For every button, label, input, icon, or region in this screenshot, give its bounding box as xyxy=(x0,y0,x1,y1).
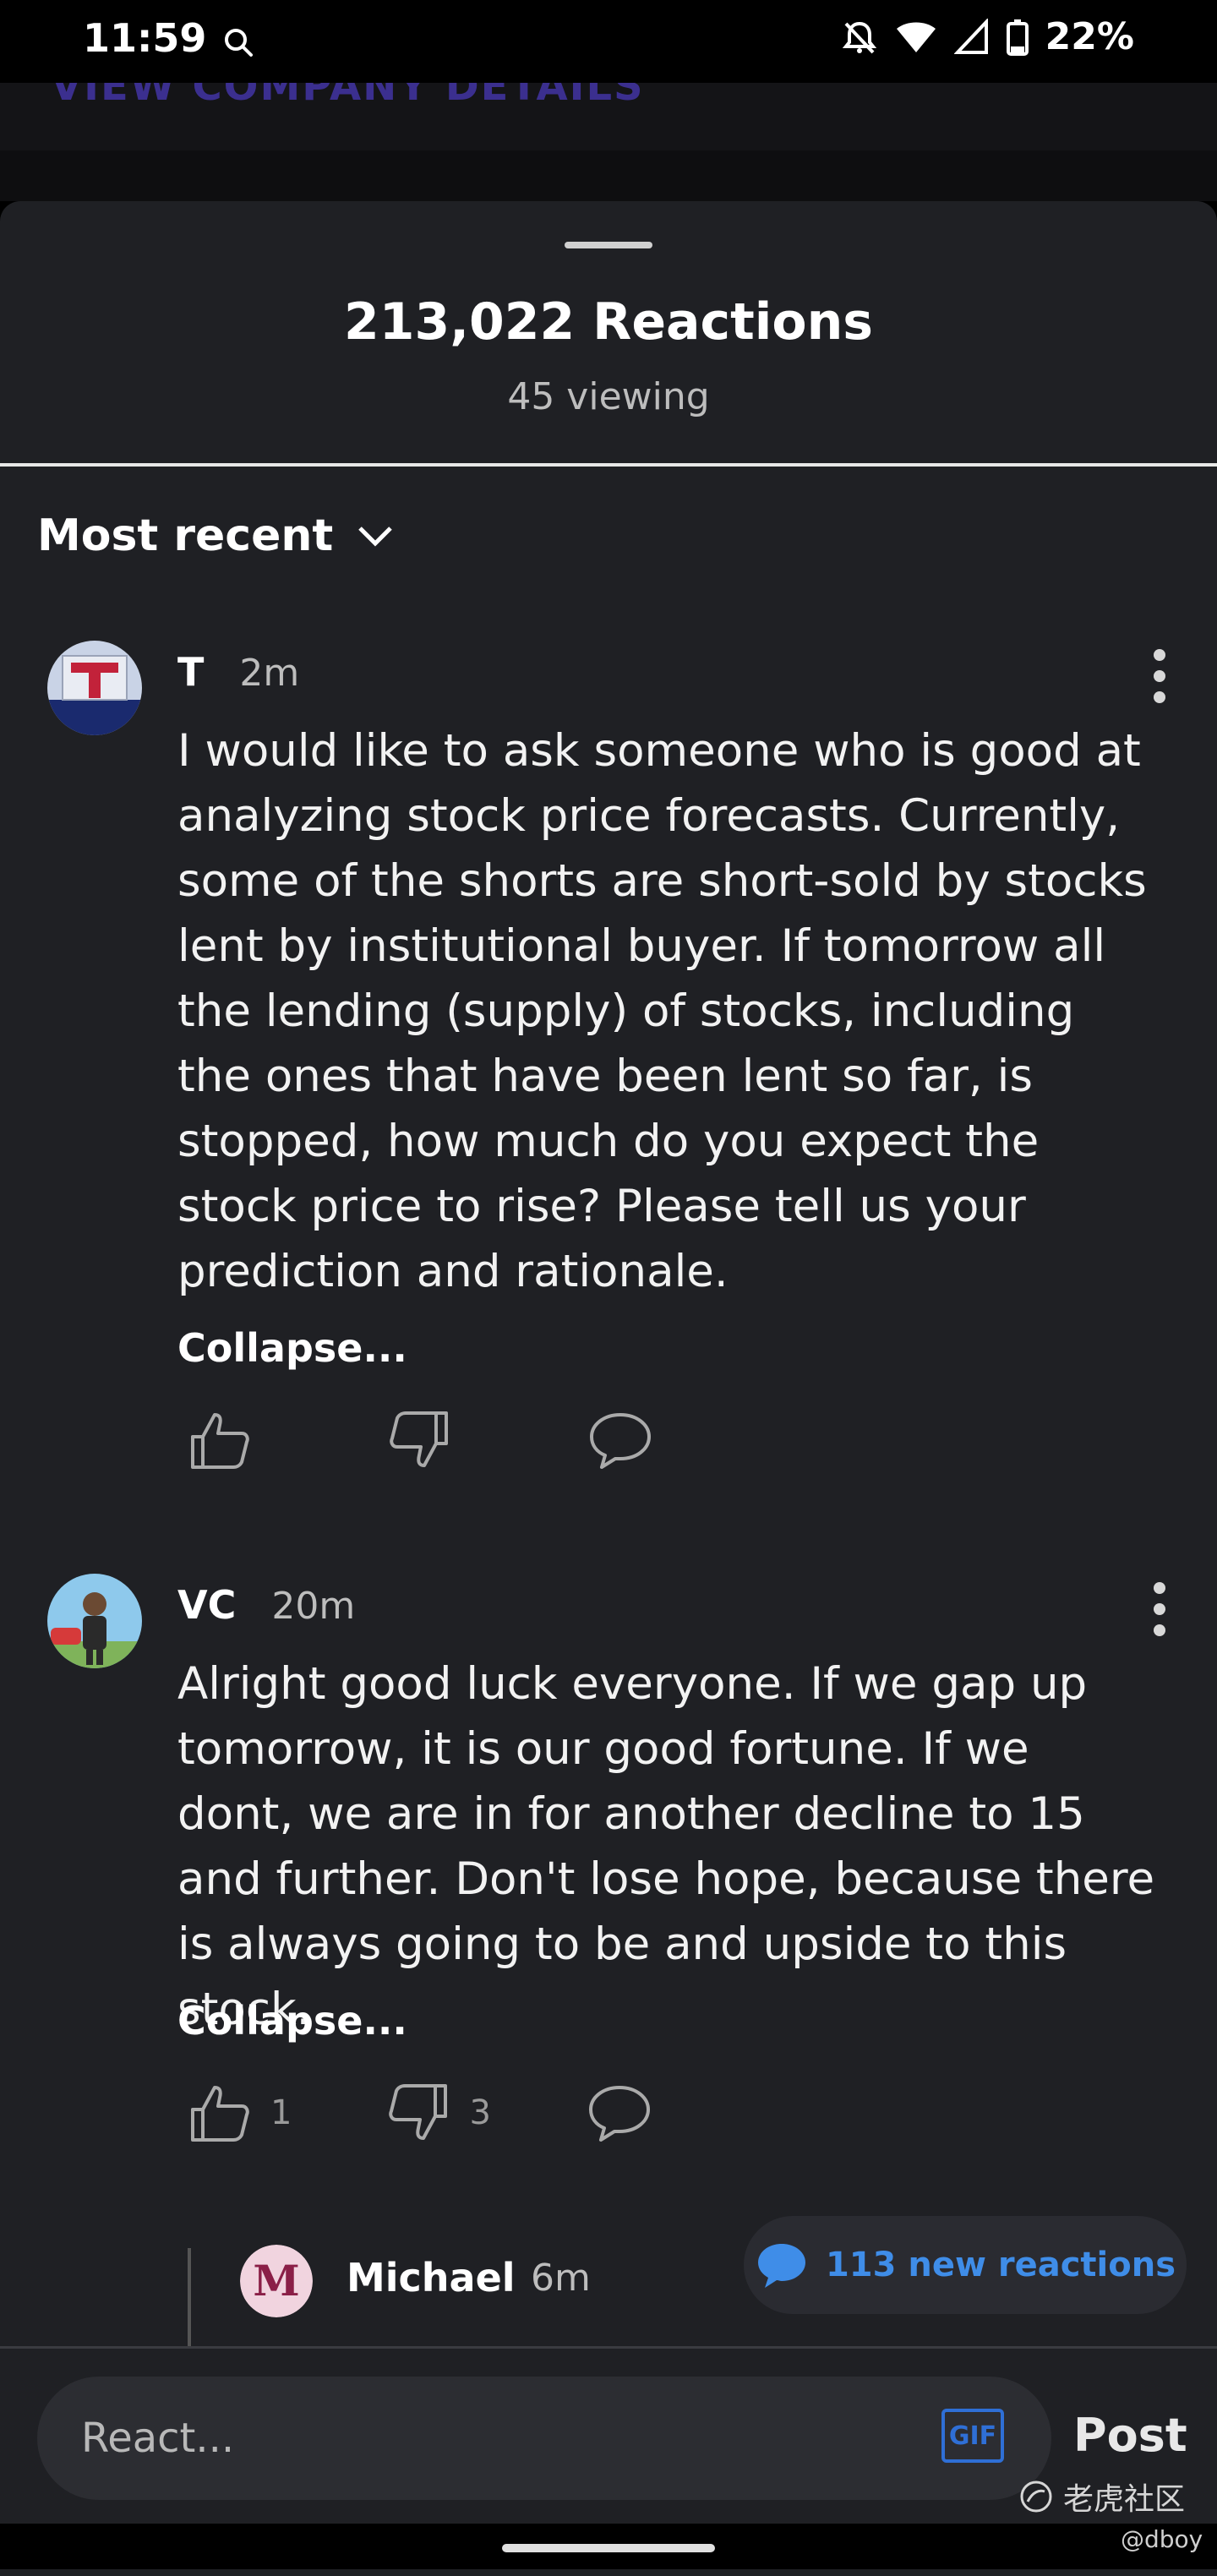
tiger-logo-icon xyxy=(1020,2480,1052,2513)
header-divider xyxy=(0,463,1217,467)
signal-icon xyxy=(953,18,988,54)
thumbs-up-icon xyxy=(191,2086,249,2142)
chat-bubble-icon xyxy=(757,2244,805,2288)
thumbs-up-icon xyxy=(191,1413,249,1469)
search-icon xyxy=(225,29,253,57)
chevron-down-icon xyxy=(358,527,393,547)
thumbs-down-icon xyxy=(389,2084,448,2140)
comment-header: VC 20m xyxy=(177,1582,355,1628)
sort-dropdown[interactable]: Most recent xyxy=(37,510,394,561)
more-options-icon[interactable] xyxy=(1149,1582,1170,1636)
avatar[interactable] xyxy=(47,1574,142,1668)
reply-button[interactable] xyxy=(587,1408,654,1472)
status-time: 11:59 xyxy=(83,15,207,61)
comment-body: I would like to ask someone who is good … xyxy=(177,725,1147,1297)
like-count: 1 xyxy=(270,2093,292,2132)
avatar-letter: M xyxy=(253,2256,299,2306)
reactions-title: 213,022 Reactions xyxy=(343,292,873,352)
comment-username[interactable]: T xyxy=(177,649,204,695)
watermark-text: 老虎社区 xyxy=(1063,2482,1186,2517)
gif-button[interactable]: GIF xyxy=(941,2409,1004,2463)
more-options-icon[interactable] xyxy=(1149,649,1170,703)
comment-actions: 1 3 xyxy=(188,2081,653,2145)
thumbs-down-icon xyxy=(390,1411,448,1467)
comment-time: 20m xyxy=(271,1585,356,1628)
sheet-drag-handle[interactable] xyxy=(565,242,652,248)
reply-button[interactable] xyxy=(586,2081,653,2145)
comment-body: Alright good luck everyone. If we gap up… xyxy=(177,1658,1155,2035)
comment-actions xyxy=(188,1408,654,1472)
avatar-image xyxy=(47,641,142,735)
speech-bubble-icon xyxy=(590,1413,651,1469)
avatar[interactable]: M xyxy=(240,2245,313,2317)
collapse-link[interactable]: Collapse... xyxy=(177,1998,407,2044)
status-bar: 11:59 22% xyxy=(0,0,1217,83)
watermark-credit: @dboy xyxy=(1121,2525,1203,2553)
reply-username[interactable]: Michael xyxy=(347,2255,516,2300)
home-gesture-handle[interactable] xyxy=(502,2544,715,2552)
new-reactions-button[interactable]: 113 new reactions xyxy=(744,2216,1187,2314)
collapse-link[interactable]: Collapse... xyxy=(177,1325,407,1371)
status-icons: 22% xyxy=(841,15,1134,58)
sort-label: Most recent xyxy=(37,510,334,561)
reply-time: 6m xyxy=(531,2257,591,2300)
wifi-icon xyxy=(896,22,936,52)
comment-time: 2m xyxy=(239,652,300,695)
new-reactions-label: 113 new reactions xyxy=(825,2246,1176,2284)
avatar[interactable] xyxy=(47,641,142,735)
view-company-details-link[interactable]: VIEW COMPANY DETAILS xyxy=(51,83,645,110)
battery-icon xyxy=(1006,19,1029,56)
dislike-button[interactable] xyxy=(387,1408,470,1472)
avatar-image: M xyxy=(240,2245,313,2317)
reply-thread-line xyxy=(188,2248,191,2350)
watermark: 老虎社区 xyxy=(1019,2475,1185,2519)
comment-username[interactable]: VC xyxy=(177,1582,236,1628)
dislike-button[interactable]: 3 xyxy=(386,2081,491,2145)
speech-bubble-icon xyxy=(588,2086,650,2142)
react-input[interactable] xyxy=(37,2377,1051,2500)
like-button[interactable]: 1 xyxy=(188,2081,292,2145)
battery-percent: 22% xyxy=(1045,15,1134,58)
like-button[interactable] xyxy=(188,1408,270,1472)
viewing-count: 45 viewing xyxy=(507,375,710,418)
post-button[interactable]: Post xyxy=(1073,2409,1187,2462)
dnd-bell-off-icon xyxy=(842,21,876,53)
comment-header: T 2m xyxy=(177,649,299,695)
background-page: VIEW COMPANY DETAILS xyxy=(0,83,1217,150)
dislike-count: 3 xyxy=(469,2093,491,2132)
background-band xyxy=(0,150,1217,201)
avatar-image xyxy=(47,1574,142,1668)
